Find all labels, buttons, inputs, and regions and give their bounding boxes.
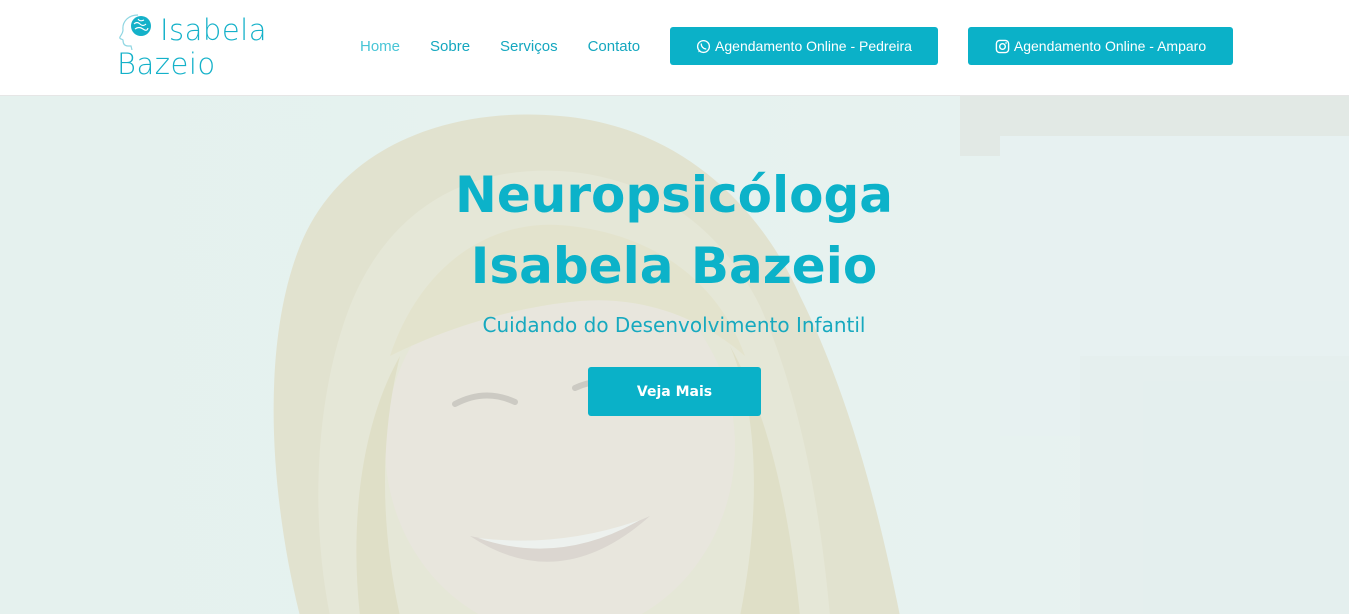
whatsapp-icon: [696, 39, 711, 53]
hero-title-line1: Neuropsicóloga: [454, 166, 894, 224]
schedule-pedreira-label: Agendamento Online - Pedreira: [715, 38, 912, 54]
logo-text-first-name: Isabela: [160, 13, 268, 47]
schedule-amparo-label: Agendamento Online - Amparo: [1013, 38, 1207, 54]
nav-servicos[interactable]: Serviços: [500, 32, 558, 62]
schedule-pedreira-button[interactable]: Agendamento Online - Pedreira: [670, 27, 938, 65]
hero-title-line2: Isabela Bazeio: [470, 237, 878, 295]
hero-subtitle: Cuidando do Desenvolvimento Infantil: [482, 313, 866, 337]
logo-link[interactable]: Isabela Bazeio: [116, 10, 286, 82]
instagram-icon: [995, 39, 1010, 53]
hero-title: Neuropsicóloga Isabela Bazeio: [374, 160, 974, 302]
hero-content: Neuropsicóloga Isabela Bazeio Cuidando d…: [0, 96, 1349, 614]
logo-text-last-name: Bazeio: [117, 47, 216, 81]
see-more-button[interactable]: Veja Mais: [588, 367, 761, 416]
main-nav: Home Sobre Serviços Contato: [360, 32, 670, 62]
nav-sobre[interactable]: Sobre: [430, 32, 470, 62]
nav-contato[interactable]: Contato: [588, 32, 641, 62]
hero-section: Neuropsicóloga Isabela Bazeio Cuidando d…: [0, 96, 1349, 614]
nav-home[interactable]: Home: [360, 32, 400, 62]
schedule-amparo-button[interactable]: Agendamento Online - Amparo: [968, 27, 1233, 65]
head-brain-icon: [119, 14, 151, 50]
site-header: Isabela Bazeio Home Sobre Serviços Conta…: [0, 0, 1349, 96]
